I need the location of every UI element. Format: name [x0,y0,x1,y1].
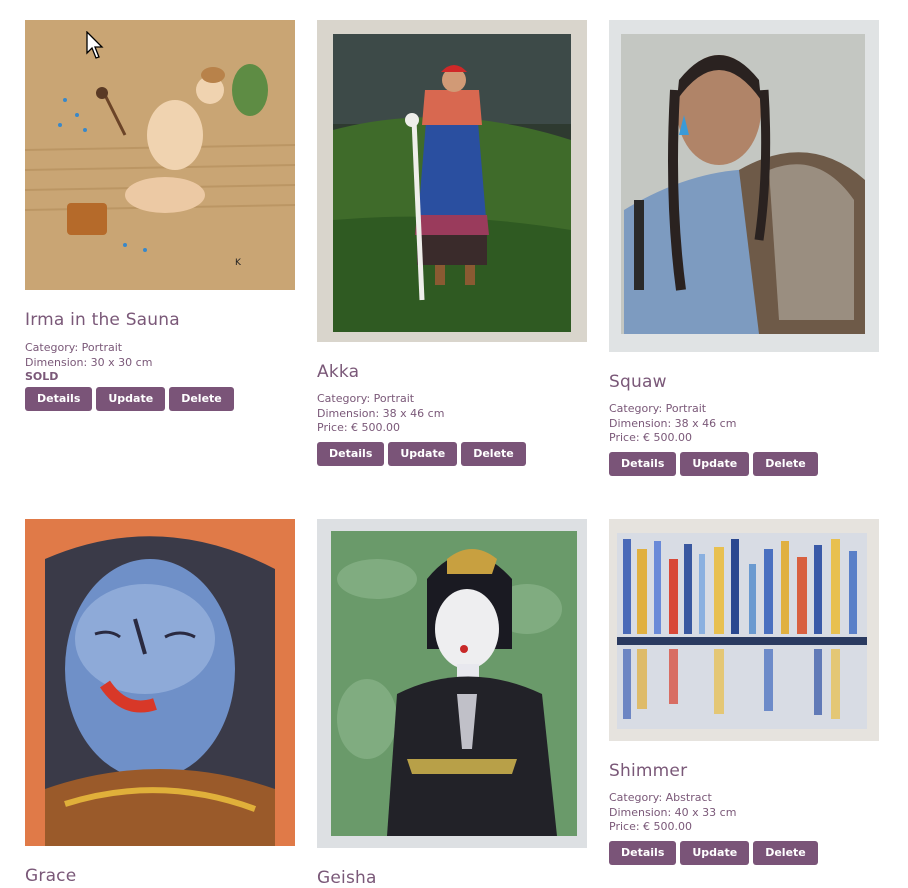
artwork-title: Shimmer [609,761,688,781]
artwork-card: Shimmer Category: Abstract Dimension: 40… [609,519,879,865]
artwork-card: Akka Category: Portrait Dimension: 38 x … [317,20,587,466]
details-button[interactable]: Details [609,451,677,476]
artwork-image[interactable] [317,20,587,342]
delete-button[interactable]: Delete [753,451,818,476]
artwork-category: Category: Portrait [609,402,707,415]
update-button[interactable]: Update [96,386,166,411]
artwork-dimension: Dimension: 38 x 46 cm [317,406,445,420]
sauna-painting: K [25,20,295,290]
geisha-painting [317,519,587,848]
artwork-title: Geisha [317,868,377,888]
artwork-card: Squaw Category: Portrait Dimension: 38 x… [609,20,879,476]
delete-button[interactable]: Delete [753,840,818,865]
artwork-category: Category: Portrait [317,392,415,405]
artwork-image[interactable] [609,20,879,352]
artwork-title: Irma in the Sauna [25,310,180,330]
artwork-category: Category: Portrait [25,341,123,354]
details-button[interactable]: Details [25,386,93,411]
artwork-dimension: Dimension: 40 x 33 cm [609,805,737,819]
artwork-title: Squaw [609,372,667,392]
artwork-card: Geisha [317,519,587,888]
artwork-image[interactable] [609,519,879,741]
artwork-image[interactable]: K [25,20,295,290]
artwork-image[interactable] [25,519,295,846]
squaw-painting [609,20,879,352]
artwork-card: Grace [25,519,295,886]
update-button[interactable]: Update [680,840,750,865]
artwork-dimension: Dimension: 38 x 46 cm [609,416,737,430]
grace-painting [25,519,295,846]
update-button[interactable]: Update [680,451,750,476]
artwork-title: Akka [317,362,360,382]
artwork-price: Price: € 500.00 [609,820,693,833]
artwork-price: Price: € 500.00 [609,431,693,444]
sold-badge: SOLD [25,370,59,383]
update-button[interactable]: Update [388,441,458,466]
artwork-category: Category: Abstract [609,791,712,804]
artwork-title: Grace [25,866,77,886]
delete-button[interactable]: Delete [461,441,526,466]
artwork-image[interactable] [317,519,587,848]
akka-painting [317,20,587,342]
mouse-cursor-icon [86,31,104,59]
details-button[interactable]: Details [609,840,677,865]
details-button[interactable]: Details [317,441,385,466]
artwork-card: K Irma in the Sauna Category: Portrait D… [25,20,295,411]
shimmer-painting [609,519,879,741]
delete-button[interactable]: Delete [169,386,234,411]
artwork-price: Price: € 500.00 [317,421,401,434]
artwork-dimension: Dimension: 30 x 30 cm [25,355,153,369]
